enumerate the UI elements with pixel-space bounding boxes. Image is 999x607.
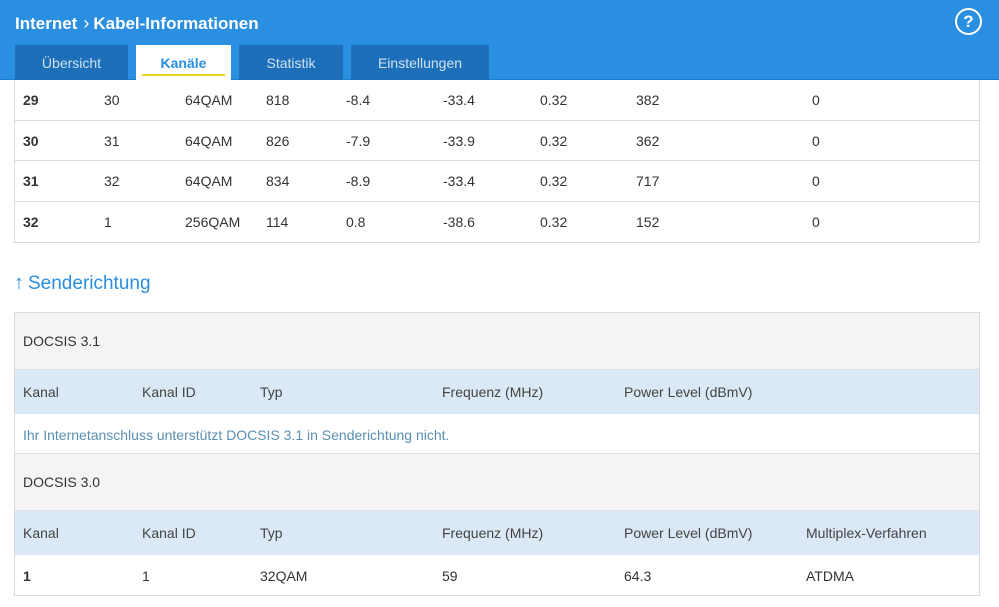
cell-power-level: -7.9 [346, 132, 371, 149]
group-docsis-30: DOCSIS 3.0 [15, 454, 979, 511]
cell-kanal: 31 [23, 173, 39, 189]
col-kanal: Kanal [23, 384, 59, 400]
cell-frequency: 818 [266, 92, 290, 108]
col-power-level: Power Level (dBmV) [624, 384, 753, 400]
cell-kanal: 32 [23, 213, 39, 230]
table-row: 31 32 64QAM 834 -8.9 -33.4 0.32 717 0 [15, 161, 979, 202]
cell-kanal: 1 [23, 568, 31, 584]
column-header-row: Kanal Kanal ID Typ Frequenz (MHz) Power … [15, 370, 979, 414]
cell-typ: 32QAM [260, 568, 308, 584]
group-docsis-31: DOCSIS 3.1 [15, 313, 979, 370]
cell-latency: 0.32 [540, 92, 568, 108]
cell-mse: -33.4 [443, 92, 475, 108]
cell-corrected-errors: 717 [636, 173, 660, 189]
cell-frequency: 826 [266, 132, 290, 149]
downstream-table: 29 30 64QAM 818 -8.4 -33.4 0.32 382 0 30… [14, 80, 980, 243]
cell-modulation: 64QAM [185, 132, 233, 149]
table-row: 1 1 32QAM 59 64.3 ATDMA [15, 555, 979, 595]
cell-kanal-id: 30 [104, 92, 120, 108]
col-typ: Typ [260, 525, 283, 541]
cell-mse: -33.4 [443, 173, 475, 189]
cell-kanal-id: 31 [104, 132, 120, 149]
cell-modulation: 64QAM [185, 92, 233, 108]
cell-uncorrectable-errors: 0 [812, 173, 820, 189]
col-kanal-id: Kanal ID [142, 384, 196, 400]
cell-modulation: 256QAM [185, 213, 241, 230]
cell-power-level: -8.4 [346, 92, 371, 108]
cell-kanal: 30 [23, 132, 39, 149]
section-title-senderichtung: ↑ Senderichtung [14, 272, 151, 295]
table-row: 29 30 64QAM 818 -8.4 -33.4 0.32 382 0 [15, 80, 979, 121]
cell-uncorrectable-errors: 0 [812, 132, 820, 149]
tab-kanaele[interactable]: Kanäle [136, 45, 231, 80]
cell-power-level: 0.8 [346, 213, 366, 230]
cell-frequenz: 59 [442, 568, 458, 584]
column-header-row: Kanal Kanal ID Typ Frequenz (MHz) Power … [15, 511, 979, 555]
cell-kanal-id: 1 [104, 213, 112, 230]
col-kanal: Kanal [23, 525, 59, 541]
tab-uebersicht[interactable]: Übersicht [15, 45, 128, 80]
col-typ: Typ [260, 384, 283, 400]
cell-kanal-id: 32 [104, 173, 120, 189]
table-row: 30 31 64QAM 826 -7.9 -33.9 0.32 362 0 [15, 121, 979, 161]
chevron-right-icon: › [83, 13, 90, 33]
col-frequenz: Frequenz (MHz) [442, 384, 544, 400]
cell-mse: -33.9 [443, 132, 475, 149]
cell-multiplex: ATDMA [806, 568, 854, 584]
cell-frequency: 114 [266, 213, 289, 230]
cell-frequency: 834 [266, 173, 290, 189]
section-title-text: Senderichtung [28, 272, 151, 294]
arrow-up-icon: ↑ [14, 272, 24, 294]
cell-kanal-id: 1 [142, 568, 150, 584]
cell-kanal: 29 [23, 92, 39, 108]
breadcrumb-internet[interactable]: Internet [15, 14, 77, 34]
upstream-table: DOCSIS 3.1 Kanal Kanal ID Typ Frequenz (… [14, 312, 980, 596]
cell-latency: 0.32 [540, 132, 568, 149]
docsis-31-note: Ihr Internetanschluss unterstützt DOCSIS… [15, 414, 979, 454]
breadcrumb-current: Kabel-Informationen [93, 13, 259, 33]
cell-uncorrectable-errors: 0 [812, 92, 820, 108]
help-icon[interactable]: ? [955, 8, 982, 35]
tab-bar: Übersicht Kanäle Statistik Einstellungen [15, 45, 497, 80]
tab-einstellungen[interactable]: Einstellungen [351, 45, 489, 80]
col-frequenz: Frequenz (MHz) [442, 525, 544, 541]
cell-modulation: 64QAM [185, 173, 233, 189]
col-multiplex: Multiplex-Verfahren [806, 525, 927, 541]
cell-latency: 0.32 [540, 213, 568, 230]
cell-corrected-errors: 362 [636, 132, 660, 149]
cell-uncorrectable-errors: 0 [812, 213, 820, 230]
cell-power-level: 64.3 [624, 568, 652, 584]
tab-statistik[interactable]: Statistik [239, 45, 343, 80]
cell-corrected-errors: 382 [636, 92, 660, 108]
cell-latency: 0.32 [540, 173, 568, 189]
table-row: 32 1 256QAM 114 0.8 -38.6 0.32 152 0 [15, 202, 979, 243]
breadcrumb: Internet › Kabel-Informationen [15, 13, 259, 34]
cell-mse: -38.6 [443, 213, 475, 230]
cell-corrected-errors: 152 [636, 213, 660, 230]
col-power-level: Power Level (dBmV) [624, 525, 753, 541]
cell-power-level: -8.9 [346, 173, 371, 189]
col-kanal-id: Kanal ID [142, 525, 196, 541]
app-header: Internet › Kabel-Informationen ? Übersic… [0, 0, 999, 80]
